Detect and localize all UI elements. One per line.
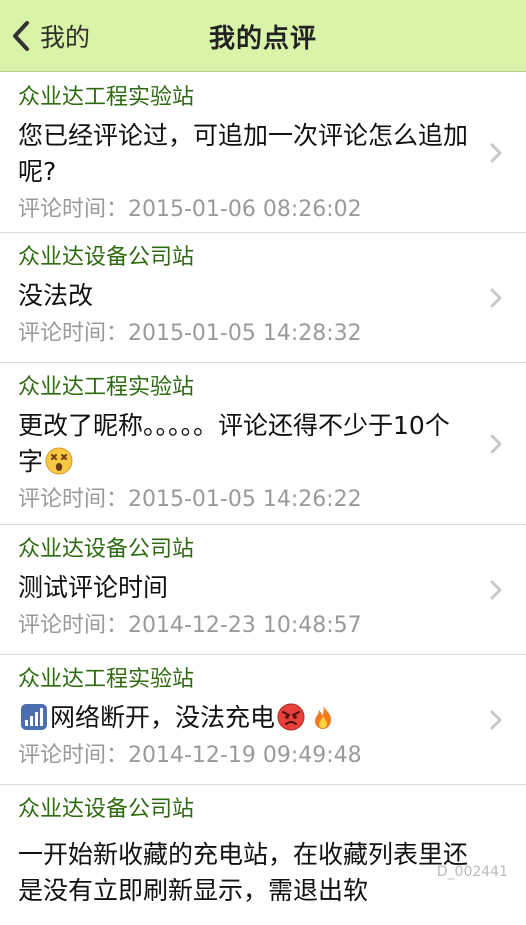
station-name: 众业达工程实验站	[18, 373, 470, 405]
review-item[interactable]: 众业达工程实验站 您已经评论过，可追加一次评论怎么追加呢? 评论时间：2015-…	[0, 73, 526, 233]
review-item[interactable]: 众业达设备公司站 一开始新收藏的充电站，在收藏列表里还是没有立即刷新显示，需退出…	[0, 785, 526, 925]
review-item[interactable]: 众业达工程实验站 更改了昵称。。。。。评论还得不少于10个字 评论时间：2015…	[0, 363, 526, 525]
review-time: 评论时间：2014-12-19 09:49:48	[18, 741, 470, 781]
review-time: 评论时间：2015-01-05 14:28:32	[18, 319, 470, 359]
review-time: 评论时间：2014-12-23 10:48:57	[18, 611, 470, 651]
review-text: 网络断开，没法充电	[50, 703, 275, 732]
review-time: 评论时间：2015-01-05 14:26:22	[18, 485, 470, 525]
review-text: 测试评论时间	[18, 570, 470, 606]
review-text: 您已经评论过，可追加一次评论怎么追加呢?	[18, 118, 470, 190]
review-comment: 更改了昵称。。。。。评论还得不少于10个字	[18, 408, 470, 480]
station-name: 众业达设备公司站	[18, 535, 470, 567]
watermark-text: D_002441	[437, 864, 508, 880]
navigation-bar: 我的 我的点评	[0, 0, 526, 72]
chevron-right-icon	[490, 143, 502, 163]
watermark: D_002441	[437, 864, 508, 880]
chevron-right-icon	[490, 710, 502, 730]
fire-emoji	[309, 703, 337, 731]
review-list: 众业达工程实验站 您已经评论过，可追加一次评论怎么追加呢? 评论时间：2015-…	[0, 73, 526, 925]
signal-bars-emoji	[20, 703, 48, 731]
review-item[interactable]: 众业达设备公司站 没法改 评论时间：2015-01-05 14:28:32	[0, 233, 526, 363]
angry-face-emoji	[277, 703, 305, 731]
station-name: 众业达工程实验站	[18, 83, 470, 115]
station-name: 众业达设备公司站	[18, 795, 470, 827]
review-time: 评论时间：2015-01-06 08:26:02	[18, 195, 470, 235]
review-comment: 网络断开，没法充电	[18, 700, 470, 736]
review-text: 没法改	[18, 278, 470, 314]
station-name: 众业达设备公司站	[18, 243, 470, 275]
review-text: 一开始新收藏的充电站，在收藏列表里还是没有立即刷新显示，需退出软	[18, 837, 470, 909]
review-item[interactable]: 众业达设备公司站 测试评论时间 评论时间：2014-12-23 10:48:57	[0, 525, 526, 655]
page-title: 我的点评	[0, 18, 526, 55]
review-item[interactable]: 众业达工程实验站 网络断开，没法充电 评论时间：2014-12-19 09:49…	[0, 655, 526, 785]
station-name: 众业达工程实验站	[18, 665, 470, 697]
dizzy-face-emoji	[45, 447, 73, 475]
chevron-right-icon	[490, 288, 502, 308]
chevron-right-icon	[490, 434, 502, 454]
review-text: 更改了昵称。。。。。评论还得不少于10个字	[18, 411, 450, 476]
chevron-right-icon	[490, 580, 502, 600]
